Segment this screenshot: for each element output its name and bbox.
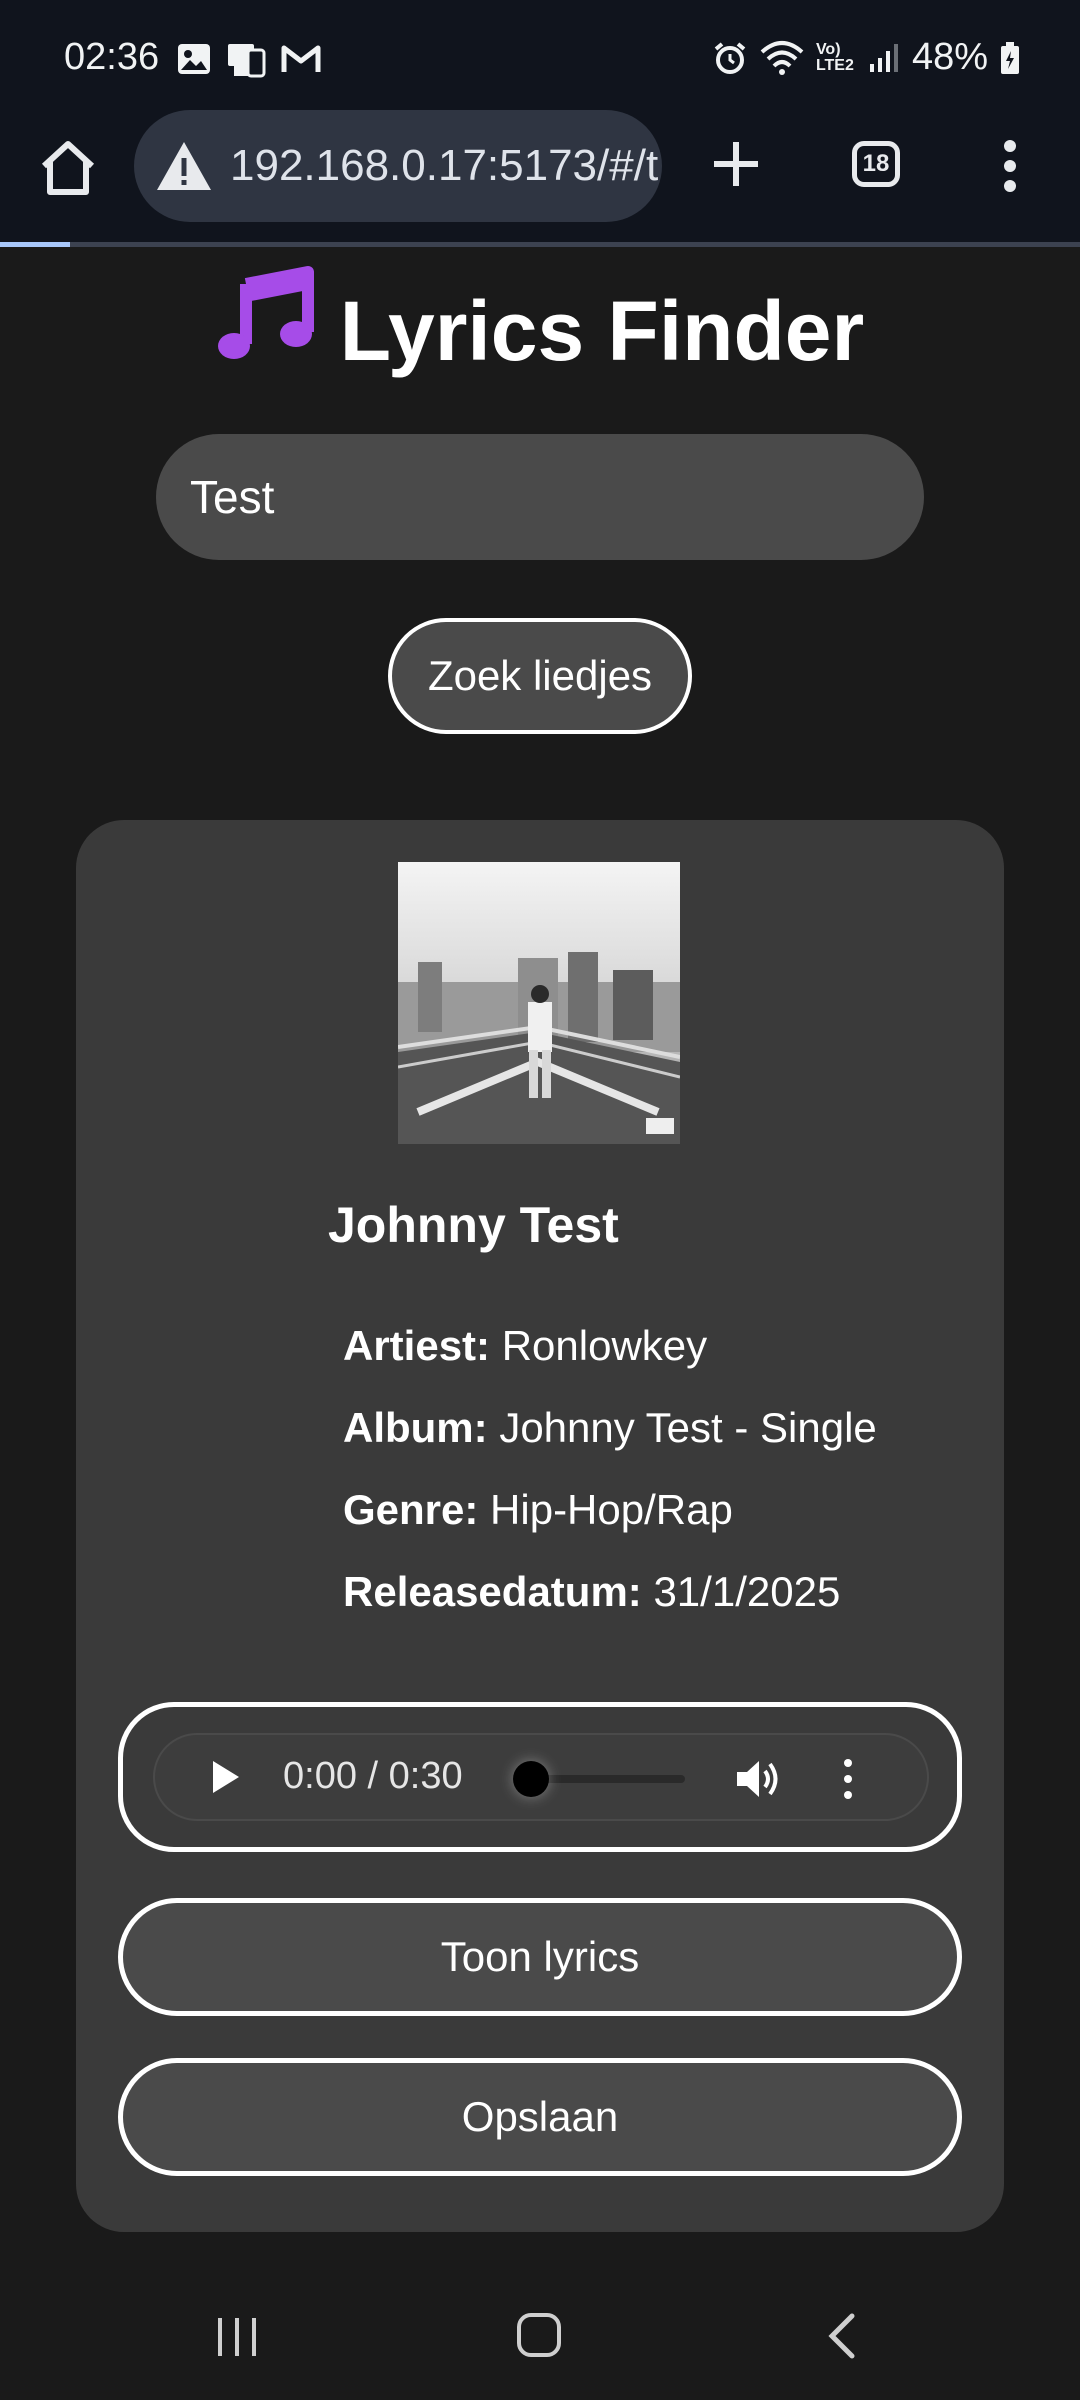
image-icon: [178, 44, 210, 74]
release-date-row: Releasedatum: 31/1/2025: [343, 1566, 903, 1618]
app-title: Lyrics Finder: [0, 262, 1080, 380]
volume-icon[interactable]: [735, 1757, 783, 1801]
back-icon[interactable]: [824, 2312, 858, 2360]
battery-charging-icon: [1001, 41, 1019, 74]
url-bar[interactable]: 192.168.0.17:5173/#/t: [134, 110, 662, 222]
release-date-label: Releasedatum:: [343, 1568, 642, 1615]
audio-seek-thumb[interactable]: [513, 1761, 549, 1797]
alarm-icon: [714, 41, 746, 74]
album-value: Johnny Test - Single: [499, 1404, 877, 1451]
phone-link-icon: [228, 44, 266, 78]
status-time: 02:36: [64, 36, 160, 78]
recent-apps-icon[interactable]: [214, 2314, 260, 2360]
volte-icon: Vo) LTE2: [815, 40, 854, 74]
genre-value: Hip-Hop/Rap: [490, 1486, 733, 1533]
search-input[interactable]: [156, 434, 924, 560]
genre-label: Genre:: [343, 1486, 479, 1533]
audio-more-options-icon[interactable]: [841, 1757, 855, 1801]
notification-icons: [176, 42, 322, 78]
genre-row: Genre: Hip-Hop/Rap: [343, 1484, 903, 1536]
song-details: Artiest: Ronlowkey Album: Johnny Test - …: [343, 1320, 903, 1648]
page-load-progress: [0, 242, 1080, 247]
release-date-value: 31/1/2025: [653, 1568, 841, 1615]
artist-value: Ronlowkey: [501, 1322, 708, 1369]
system-icons: Vo) LTE2 48%: [712, 36, 1020, 79]
album-label: Album:: [343, 1404, 488, 1451]
tab-switcher-button[interactable]: 18: [852, 141, 900, 187]
song-title: Johnny Test: [328, 1197, 619, 1253]
artist-label: Artiest:: [343, 1322, 491, 1369]
play-icon[interactable]: [211, 1759, 241, 1795]
not-secure-warning-icon[interactable]: [154, 138, 214, 194]
signal-icon: [869, 43, 898, 72]
android-navigation-bar: [0, 2268, 1080, 2400]
artist-row: Artiest: Ronlowkey: [343, 1320, 903, 1372]
page-load-progress-fill: [0, 242, 71, 247]
browser-toolbar: 192.168.0.17:5173/#/t 18: [0, 110, 1080, 244]
show-lyrics-button[interactable]: Toon lyrics: [118, 1898, 962, 2016]
battery-percent: 48%: [911, 36, 988, 78]
save-button[interactable]: Opslaan: [118, 2058, 962, 2176]
wifi-icon: [760, 40, 804, 75]
home-icon[interactable]: [36, 136, 100, 200]
search-button[interactable]: Zoek liedjes: [388, 618, 692, 734]
album-row: Album: Johnny Test - Single: [343, 1402, 903, 1454]
audio-player: 0:00 / 0:30: [153, 1733, 929, 1821]
audio-time: 0:00 / 0:30: [283, 1755, 463, 1797]
url-text[interactable]: 192.168.0.17:5173/#/t: [230, 141, 658, 191]
song-result-card: Johnny Test Artiest: Ronlowkey Album: Jo…: [76, 820, 1004, 2232]
album-cover-image: [398, 862, 680, 1144]
home-nav-icon[interactable]: [516, 2312, 562, 2358]
gmail-icon: [281, 45, 321, 72]
audio-seek-bar[interactable]: [535, 1775, 685, 1783]
status-bar: 02:36 Vo) LTE2 48%: [0, 0, 1080, 110]
new-tab-icon[interactable]: [706, 134, 766, 194]
music-note-icon: [217, 266, 314, 359]
audio-player-frame: 0:00 / 0:30: [118, 1702, 962, 1852]
app-title-text: Lyrics Finder: [339, 284, 865, 378]
more-menu-icon[interactable]: [990, 136, 1030, 196]
